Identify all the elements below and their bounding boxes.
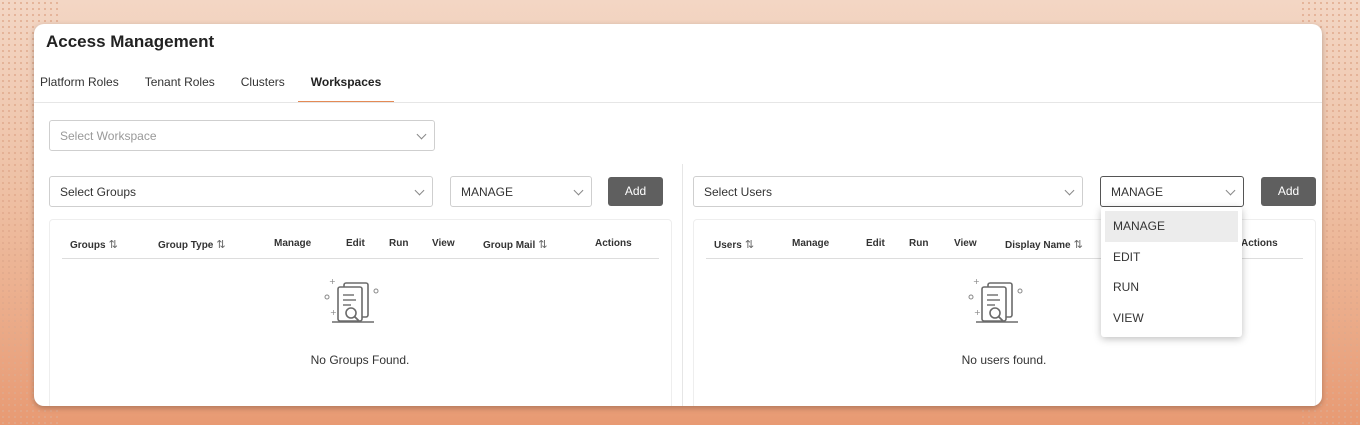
workspace-select[interactable]: Select Workspace: [49, 120, 435, 151]
menu-item-run[interactable]: RUN: [1105, 272, 1238, 303]
chevron-down-icon: [414, 185, 425, 196]
column-actions: Actions: [595, 238, 632, 249]
groups-table-header: Groups ⇅ Group Type ⇅ Manage Edit Run View…: [50, 220, 671, 262]
sort-icon[interactable]: ⇅: [216, 239, 225, 251]
empty-document-search-icon: + +: [968, 277, 1023, 323]
tab-workspaces[interactable]: Workspaces: [297, 68, 395, 103]
column-run: Run: [389, 238, 409, 249]
groups-table: Groups ⇅ Group Type ⇅ Manage Edit Run View…: [49, 219, 672, 406]
chevron-down-icon: [573, 185, 584, 196]
svg-text:+: +: [974, 308, 981, 317]
page-title: Access Management: [46, 32, 215, 51]
svg-text:+: +: [329, 277, 336, 286]
panel-divider: [682, 164, 683, 406]
sort-icon[interactable]: ⇅: [109, 239, 118, 251]
column-manage: Manage: [274, 238, 312, 249]
groups-empty-message: No Groups Found.: [310, 353, 410, 367]
groups-permission-select[interactable]: MANAGE: [450, 176, 592, 207]
chevron-down-icon: [1064, 185, 1075, 196]
add-users-button[interactable]: Add: [1261, 177, 1316, 206]
menu-item-view[interactable]: VIEW: [1105, 303, 1238, 334]
chevron-down-icon: [1225, 185, 1236, 196]
menu-item-manage[interactable]: MANAGE: [1105, 211, 1238, 242]
column-view: View: [954, 238, 977, 249]
tab-tenant-roles[interactable]: Tenant Roles: [132, 68, 228, 103]
column-display-name[interactable]: Display Name ⇅: [1005, 238, 1083, 251]
sort-icon[interactable]: ⇅: [1074, 239, 1083, 251]
groups-permission-value: MANAGE: [461, 185, 514, 199]
workspace-select-placeholder: Select Workspace: [60, 129, 157, 143]
column-group-mail[interactable]: Group Mail ⇅: [483, 238, 547, 251]
groups-select[interactable]: Select Groups: [49, 176, 433, 207]
add-groups-button[interactable]: Add: [608, 177, 663, 206]
svg-text:+: +: [973, 277, 980, 286]
menu-item-edit[interactable]: EDIT: [1105, 242, 1238, 273]
tab-clusters[interactable]: Clusters: [228, 68, 298, 103]
column-run: Run: [909, 238, 929, 249]
users-permission-select[interactable]: MANAGE: [1100, 176, 1244, 207]
users-empty-message: No users found.: [961, 353, 1047, 367]
users-select[interactable]: Select Users: [693, 176, 1083, 207]
users-permission-value: MANAGE: [1111, 185, 1164, 199]
chevron-down-icon: [416, 129, 427, 140]
groups-select-placeholder: Select Groups: [60, 185, 137, 199]
column-edit: Edit: [346, 238, 365, 249]
sort-icon[interactable]: ⇅: [538, 239, 547, 251]
tab-platform-roles[interactable]: Platform Roles: [34, 68, 132, 103]
column-group-type[interactable]: Group Type ⇅: [158, 238, 226, 251]
column-manage: Manage: [792, 238, 830, 249]
header-divider: [62, 258, 659, 259]
users-select-placeholder: Select Users: [704, 185, 773, 199]
sort-icon[interactable]: ⇅: [745, 239, 754, 251]
tabs-divider: [34, 102, 1322, 103]
tab-bar: Platform Roles Tenant Roles Clusters Wor…: [34, 68, 395, 103]
access-management-card: Access Management Platform Roles Tenant …: [34, 24, 1322, 406]
permission-dropdown-menu: MANAGE EDIT RUN VIEW: [1101, 207, 1242, 337]
column-groups[interactable]: Groups ⇅: [70, 238, 118, 251]
empty-document-search-icon: + +: [324, 277, 379, 323]
column-view: View: [432, 238, 455, 249]
column-edit: Edit: [866, 238, 885, 249]
column-users[interactable]: Users ⇅: [714, 238, 754, 251]
svg-text:+: +: [330, 308, 337, 317]
column-actions: Actions: [1241, 238, 1278, 249]
